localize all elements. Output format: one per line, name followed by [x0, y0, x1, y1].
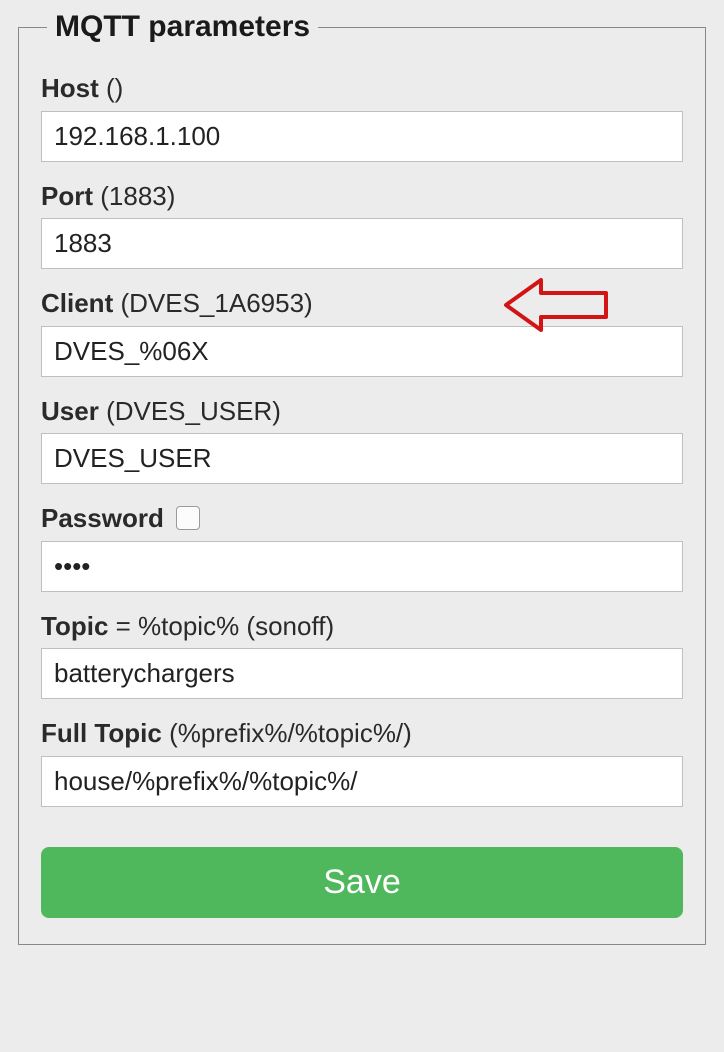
field-password: Password	[41, 502, 683, 592]
port-label: Port (1883)	[41, 180, 683, 213]
client-label: Client (DVES_1A6953)	[41, 287, 683, 320]
topic-label-text: Topic	[41, 611, 108, 641]
full-topic-label-text: Full Topic	[41, 718, 162, 748]
host-label: Host ()	[41, 72, 683, 105]
topic-hint: = %topic% (sonoff)	[116, 611, 334, 641]
user-hint: (DVES_USER)	[106, 396, 281, 426]
port-input[interactable]	[41, 218, 683, 269]
full-topic-label: Full Topic (%prefix%/%topic%/)	[41, 717, 683, 750]
panel-title: MQTT parameters	[47, 10, 318, 44]
full-topic-input[interactable]	[41, 756, 683, 807]
client-label-text: Client	[41, 288, 113, 318]
host-label-text: Host	[41, 73, 99, 103]
field-host: Host ()	[41, 72, 683, 162]
topic-label: Topic = %topic% (sonoff)	[41, 610, 683, 643]
client-input[interactable]	[41, 326, 683, 377]
host-hint: ()	[106, 73, 123, 103]
user-label: User (DVES_USER)	[41, 395, 683, 428]
save-button[interactable]: Save	[41, 847, 683, 918]
field-full-topic: Full Topic (%prefix%/%topic%/)	[41, 717, 683, 807]
field-port: Port (1883)	[41, 180, 683, 270]
full-topic-hint: (%prefix%/%topic%/)	[169, 718, 412, 748]
topic-input[interactable]	[41, 648, 683, 699]
field-topic: Topic = %topic% (sonoff)	[41, 610, 683, 700]
client-hint: (DVES_1A6953)	[120, 288, 312, 318]
password-label: Password	[41, 502, 683, 535]
user-input[interactable]	[41, 433, 683, 484]
port-label-text: Port	[41, 181, 93, 211]
password-input[interactable]	[41, 541, 683, 592]
user-label-text: User	[41, 396, 99, 426]
port-hint: (1883)	[100, 181, 175, 211]
password-label-text: Password	[41, 502, 164, 535]
show-password-checkbox[interactable]	[176, 506, 200, 530]
mqtt-parameters-panel: MQTT parameters Host () Port (1883) Clie…	[18, 10, 706, 945]
field-client: Client (DVES_1A6953)	[41, 287, 683, 377]
field-user: User (DVES_USER)	[41, 395, 683, 485]
page-root: MQTT parameters Host () Port (1883) Clie…	[0, 0, 724, 1052]
host-input[interactable]	[41, 111, 683, 162]
